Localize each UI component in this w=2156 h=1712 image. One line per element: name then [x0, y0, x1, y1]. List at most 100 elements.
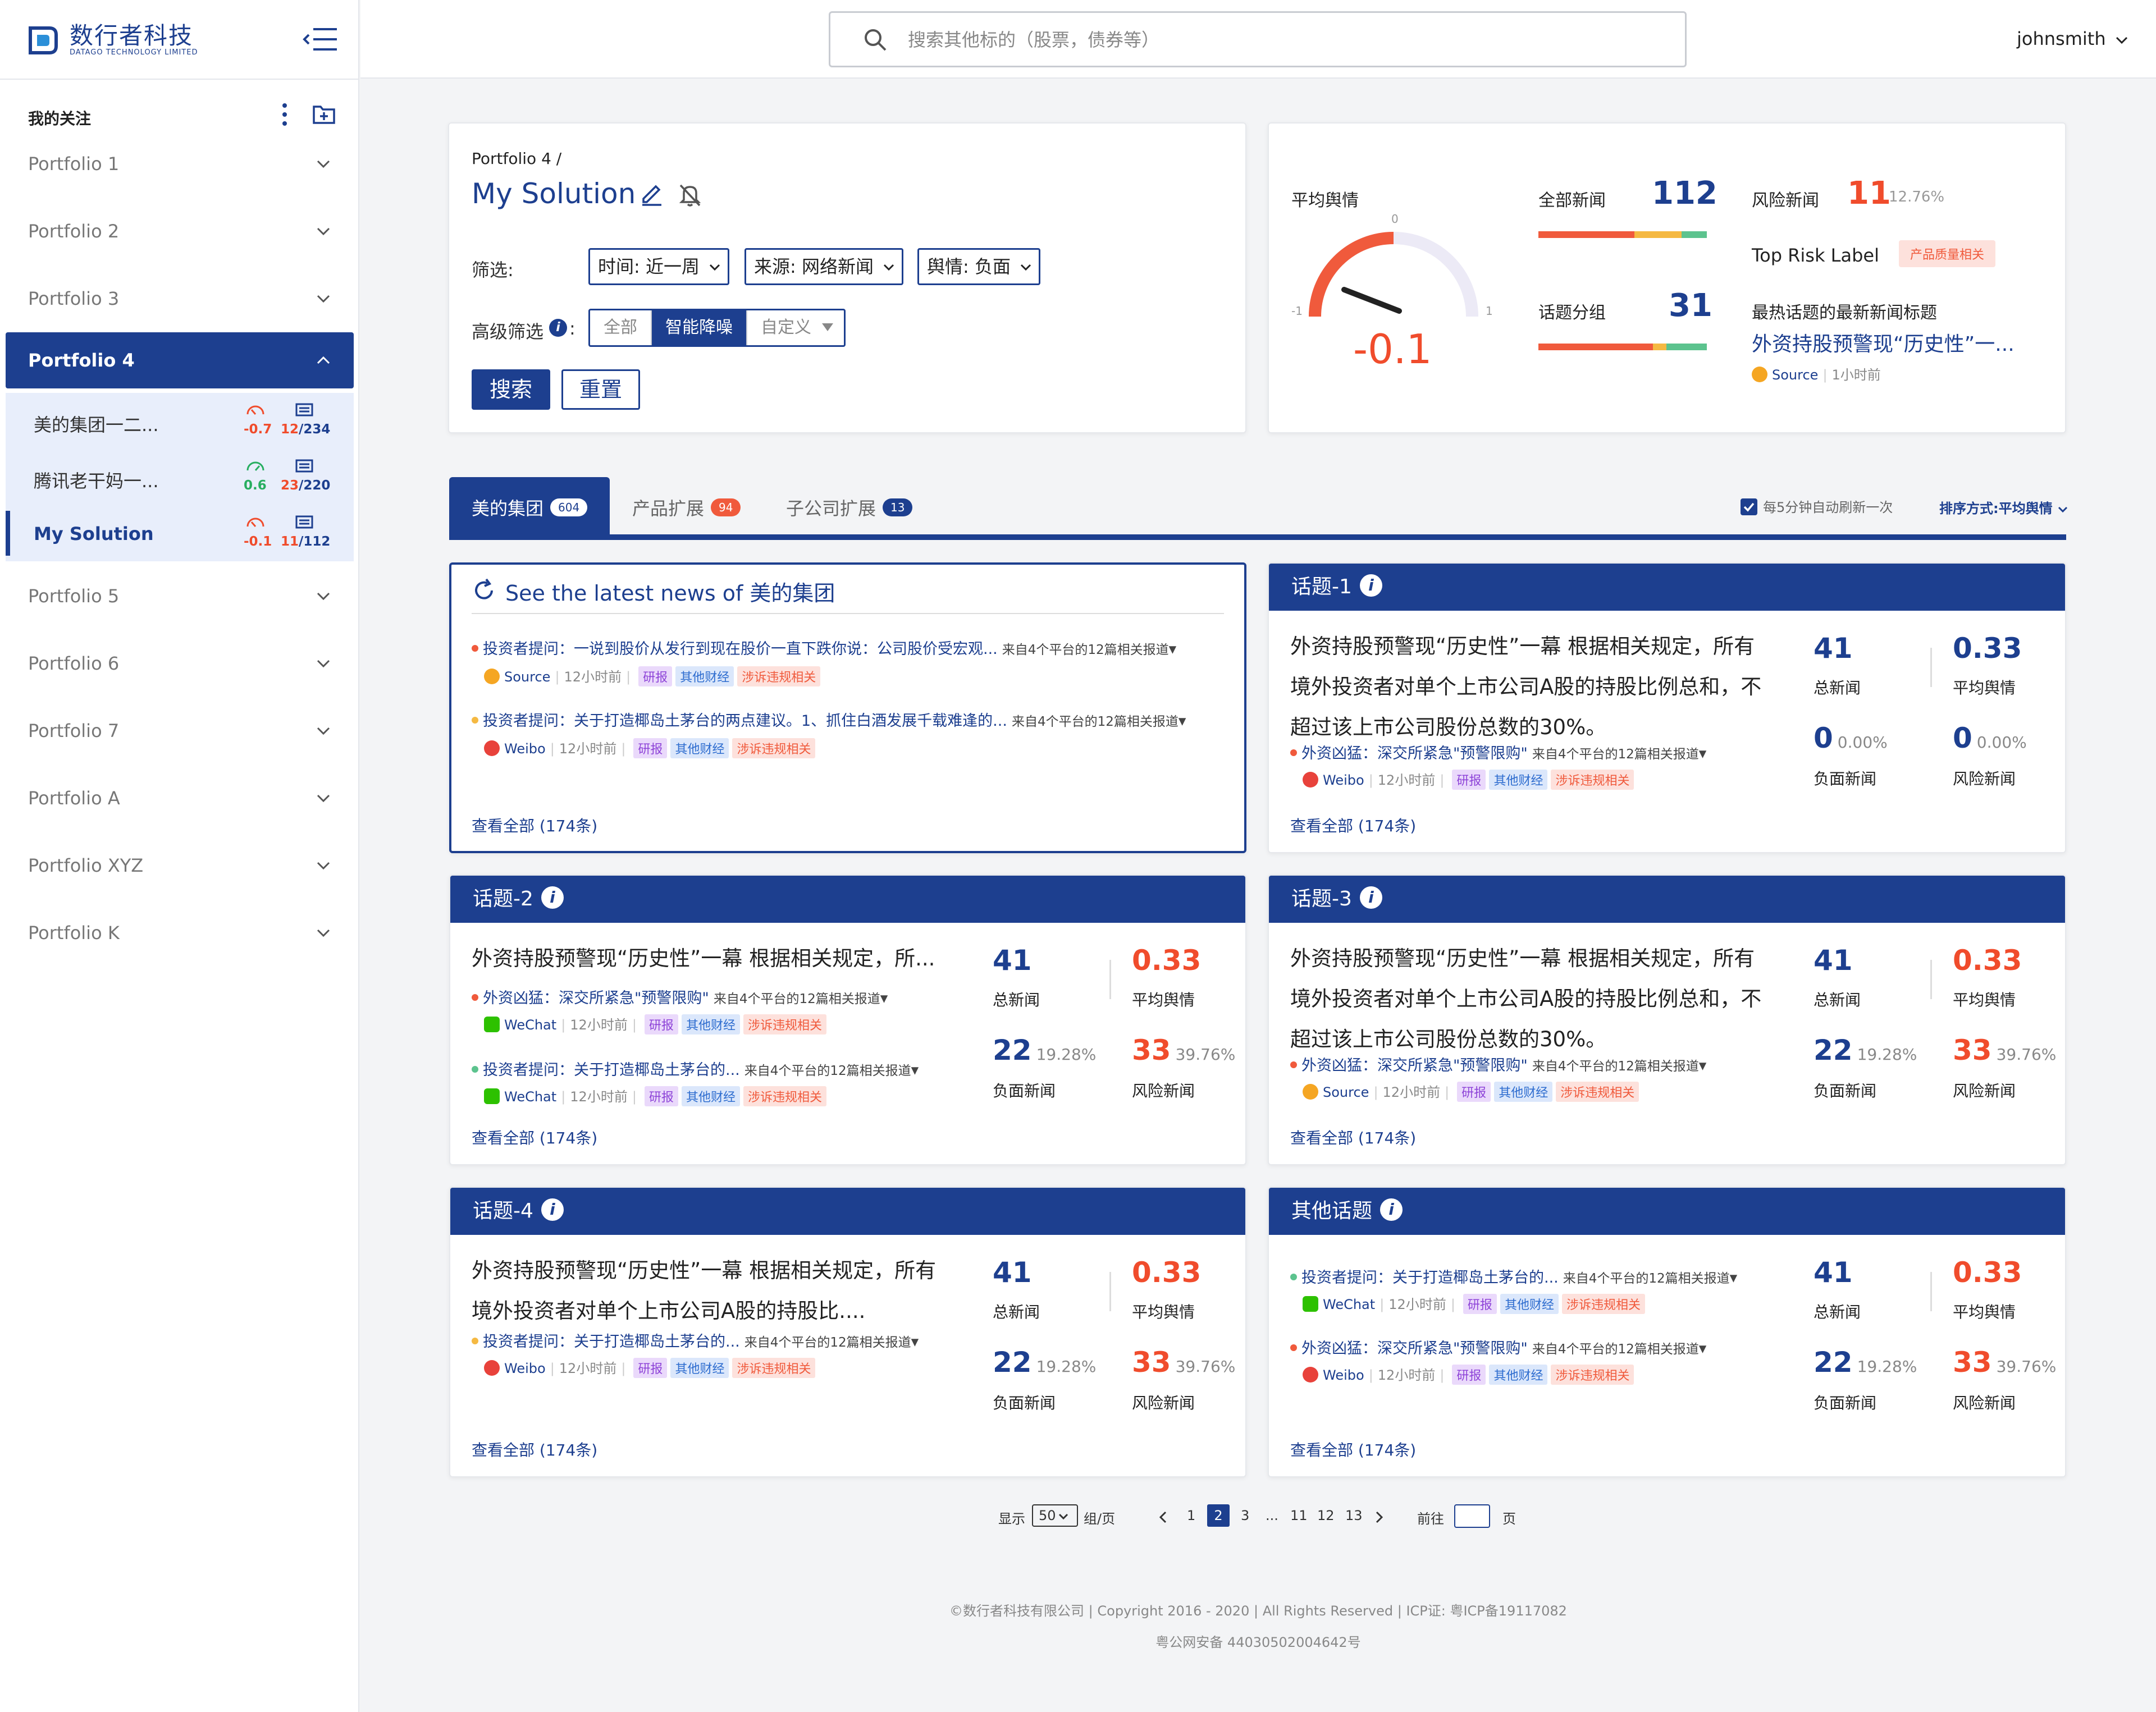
- news-item[interactable]: 外资凶猛：深交所紧急"预警限购" 来自4个平台的12篇相关报道▾: [1290, 741, 1706, 763]
- news-item[interactable]: 外资凶猛：深交所紧急"预警限购" 来自4个平台的12篇相关报道▾: [1290, 1336, 1706, 1358]
- news-item[interactable]: 投资者提问：关于打造椰岛土茅台的两点建议。1、抓住白酒发展千载难逢的... 来自4…: [472, 708, 1186, 730]
- caret-down-icon[interactable]: ▾: [1169, 640, 1177, 658]
- sidebar-item-portfolio-k[interactable]: Portfolio K: [6, 905, 354, 961]
- info-icon[interactable]: i: [541, 886, 564, 909]
- user-menu[interactable]: johnsmith: [2017, 28, 2128, 49]
- topic-headline[interactable]: 外资持股预警现“历史性”一幕 根据相关规定，所...: [472, 939, 943, 979]
- see-all-link[interactable]: 查看全部 (174条): [1290, 1126, 1416, 1148]
- reset-button[interactable]: 重置: [561, 369, 640, 410]
- sort-dropdown[interactable]: 排序方式:平均舆情: [1939, 497, 2068, 517]
- tab-product-expansion[interactable]: 产品扩展 94: [610, 477, 763, 538]
- caret-down-icon[interactable]: ▾: [911, 1333, 919, 1351]
- search-box[interactable]: [829, 11, 1687, 67]
- caret-down-icon[interactable]: ▾: [1699, 1057, 1707, 1074]
- refresh-icon[interactable]: [472, 578, 496, 603]
- page-3[interactable]: 3: [1241, 1508, 1249, 1523]
- portfolio-entry[interactable]: 美的集团一二... -0.7 12/234: [6, 393, 354, 449]
- tab-count: 604: [550, 498, 588, 516]
- see-all-link[interactable]: 查看全部 (174条): [472, 1438, 597, 1461]
- tab-subsidiary-expansion[interactable]: 子公司扩展 13: [764, 477, 935, 538]
- caret-down-icon[interactable]: ▾: [1699, 745, 1707, 762]
- dropdown-value: 时间: 近一周: [598, 256, 700, 277]
- search-input[interactable]: [908, 25, 1638, 54]
- auto-refresh-label: 每5分钟自动刷新一次: [1763, 500, 1893, 515]
- checkbox-checked-icon[interactable]: [1741, 498, 1757, 515]
- page-1[interactable]: 1: [1187, 1508, 1195, 1523]
- hot-news-title[interactable]: 外资持股预警现“历史性”一...: [1752, 328, 2015, 357]
- time-filter-dropdown[interactable]: 时间: 近一周: [588, 248, 729, 285]
- segment-custom[interactable]: 自定义: [747, 310, 844, 345]
- info-icon[interactable]: i: [1380, 1198, 1403, 1221]
- sidebar-item-portfolio-5[interactable]: Portfolio 5: [6, 568, 354, 624]
- news-item[interactable]: 投资者提问：关于打造椰岛土茅台的... 来自4个平台的12篇相关报道▾: [472, 1329, 919, 1351]
- time-ago: 12小时前: [1382, 1084, 1441, 1100]
- sidebar-item-portfolio-1[interactable]: Portfolio 1: [6, 136, 354, 192]
- info-icon[interactable]: i: [1359, 886, 1382, 909]
- sidebar-item-label: Portfolio 5: [28, 585, 120, 607]
- sidebar-item-portfolio-3[interactable]: Portfolio 3: [6, 271, 354, 327]
- sidebar-item-portfolio-4[interactable]: Portfolio 4: [6, 332, 354, 388]
- sidebar-item-portfolio-a[interactable]: Portfolio A: [6, 770, 354, 826]
- page-11[interactable]: 11: [1290, 1508, 1308, 1523]
- caret-down-icon[interactable]: ▾: [911, 1061, 919, 1079]
- news-item[interactable]: 投资者提问：关于打造椰岛土茅台的... 来自4个平台的12篇相关报道▾: [472, 1058, 919, 1079]
- caret-down-icon[interactable]: ▾: [1179, 712, 1186, 730]
- sidebar-item-portfolio-6[interactable]: Portfolio 6: [6, 635, 354, 692]
- sentiment-filter-dropdown[interactable]: 舆情: 负面: [917, 248, 1040, 285]
- see-all-link[interactable]: 查看全部 (174条): [1290, 814, 1416, 836]
- topic-headline[interactable]: 外资持股预警现“历史性”一幕 根据相关规定，所有境外投资者对单个上市公司A股的持…: [1290, 626, 1762, 748]
- chevron-right-icon[interactable]: [1373, 1511, 1385, 1523]
- portfolio-entry[interactable]: 腾讯老干妈一... 0.6 23/220: [6, 449, 354, 505]
- news-meta: Weibo | 12小时前 | 研报 其他财经 涉诉违规相关: [484, 738, 816, 758]
- see-all-link[interactable]: 查看全部 (174条): [1290, 1438, 1416, 1461]
- source-filter-dropdown[interactable]: 来源: 网络新闻: [744, 248, 903, 285]
- page-size-select[interactable]: 50: [1032, 1504, 1078, 1527]
- see-all-link[interactable]: 查看全部 (174条): [472, 814, 597, 836]
- goto-page-input[interactable]: [1454, 1504, 1490, 1528]
- search-button[interactable]: 搜索: [472, 369, 550, 410]
- bell-off-icon[interactable]: [677, 182, 703, 208]
- sidebar-item-portfolio-xyz[interactable]: Portfolio XYZ: [6, 837, 354, 894]
- breadcrumb[interactable]: Portfolio 4 /: [472, 149, 561, 168]
- news-item[interactable]: 外资凶猛：深交所紧急"预警限购" 来自4个平台的12篇相关报道▾: [1290, 1053, 1706, 1075]
- brand-logo[interactable]: 数行者科技 DATAGO TECHNOLOGY LIMITED: [27, 20, 198, 61]
- caret-down-icon[interactable]: ▾: [1699, 1340, 1707, 1357]
- source-name: WeChat: [504, 1089, 557, 1105]
- topic-card: 话题-4 i 外资持股预警现“历史性”一幕 根据相关规定，所有境外投资者对单个上市…: [449, 1187, 1246, 1477]
- topic-headline[interactable]: 外资持股预警现“历史性”一幕 根据相关规定，所有境外投资者对单个上市公司A股的持…: [1290, 939, 1762, 1060]
- chevron-left-icon[interactable]: [1158, 1511, 1169, 1523]
- edit-icon[interactable]: [639, 182, 664, 207]
- news-item[interactable]: 外资凶猛：深交所紧急"预警限购" 来自4个平台的12篇相关报道▾: [472, 986, 888, 1008]
- tab-midea[interactable]: 美的集团 604: [449, 477, 610, 538]
- more-options-icon[interactable]: [276, 101, 293, 128]
- add-folder-icon[interactable]: [312, 103, 336, 125]
- caret-down-icon[interactable]: ▾: [880, 990, 888, 1007]
- see-all-link[interactable]: 查看全部 (174条): [472, 1126, 597, 1148]
- caret-down-icon[interactable]: ▾: [1730, 1269, 1738, 1287]
- segment-all[interactable]: 全部: [590, 310, 652, 345]
- news-icon: [295, 459, 313, 473]
- tab-count: 94: [711, 498, 741, 516]
- news-item[interactable]: 投资者提问：一说到股价从发行到现在股价一直下跌你说：公司股价受宏观... 来自4个…: [472, 637, 1176, 658]
- portfolio-entry-current[interactable]: My Solution -0.1 11/112: [6, 505, 354, 561]
- page-13[interactable]: 13: [1345, 1508, 1363, 1523]
- topic-headline[interactable]: 外资持股预警现“历史性”一幕 根据相关规定，所有境外投资者对单个上市公司A股的持…: [472, 1251, 943, 1331]
- info-icon[interactable]: i: [541, 1198, 564, 1221]
- meta-separator: |: [550, 1361, 555, 1376]
- info-icon[interactable]: i: [1359, 574, 1382, 597]
- sidebar-item-portfolio-2[interactable]: Portfolio 2: [6, 203, 354, 259]
- page-12[interactable]: 12: [1317, 1508, 1335, 1523]
- info-icon[interactable]: i: [549, 319, 567, 337]
- collapse-menu-icon[interactable]: [302, 25, 338, 54]
- auto-refresh-toggle[interactable]: 每5分钟自动刷新一次: [1741, 496, 1893, 516]
- source-name: Weibo: [504, 1361, 546, 1376]
- sidebar-item-label: Portfolio 4: [28, 350, 135, 371]
- news-item[interactable]: 投资者提问：关于打造椰岛土茅台的... 来自4个平台的12篇相关报道▾: [1290, 1265, 1737, 1287]
- hot-news-meta: Source | 1小时前: [1752, 364, 1881, 383]
- page-current[interactable]: 2: [1207, 1504, 1230, 1527]
- sidebar-item-portfolio-7[interactable]: Portfolio 7: [6, 703, 354, 759]
- divider: [1109, 1272, 1111, 1311]
- segment-smart-denoise[interactable]: 智能降噪: [652, 310, 747, 345]
- negative-news-label: 负面新闻: [993, 1394, 1056, 1412]
- page-ellipsis[interactable]: ...: [1266, 1508, 1278, 1523]
